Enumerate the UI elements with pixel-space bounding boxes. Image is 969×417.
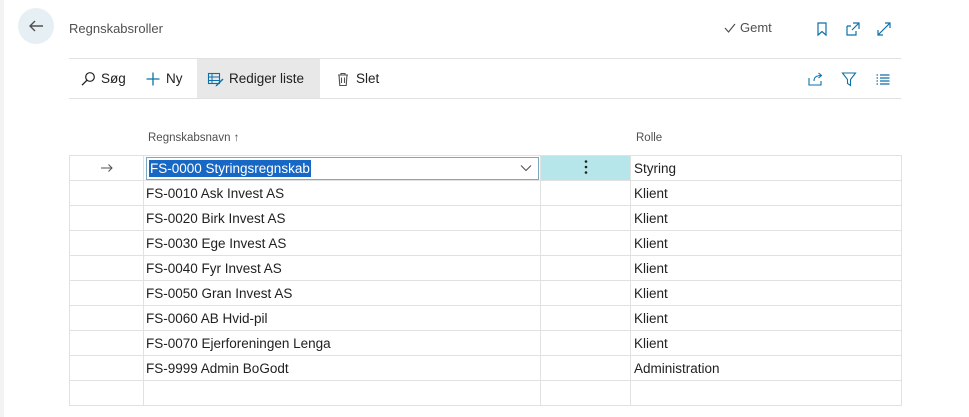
list-actions [805,59,893,98]
table-row[interactable]: FS-0010 Ask Invest AS Klient [69,180,902,206]
table-row[interactable]: FS-0030 Ege Invest AS Klient [69,230,902,256]
plus-icon [146,72,160,85]
row-menu-cell [540,355,631,381]
cell-role[interactable]: Klient [630,280,902,306]
row-selector[interactable] [69,180,144,206]
row-arrow-icon [100,163,113,172]
table-row[interactable]: FS-0050 Gran Invest AS Klient [69,280,902,306]
row-menu-cell [540,230,631,256]
share-button[interactable] [805,69,825,89]
cell-role[interactable]: Styring [630,155,902,181]
table-row[interactable]: FS-0020 Birk Invest AS Klient [69,205,902,231]
chevron-down-icon[interactable] [520,164,532,172]
row-selector[interactable] [69,155,144,181]
row-menu-cell [540,305,631,331]
cell-account-name[interactable]: FS-0060 AB Hvid-pil [143,305,541,331]
account-name-input[interactable]: FS-0000 Styringsregnskab [146,156,539,180]
row-selector[interactable] [69,255,144,281]
open-new-window-icon [846,22,860,36]
cell-account-name[interactable]: FS-0070 Ejerforeningen Lenga [143,330,541,356]
cell-role[interactable]: Klient [630,305,902,331]
column-header-name[interactable]: Regnskabsnavn ↑ [148,132,239,144]
list-view-icon [876,73,890,85]
action-bar: Søg Ny Rediger liste Slet [69,58,901,99]
table-row[interactable]: FS-0060 AB Hvid-pil Klient [69,305,902,331]
edit-list-icon [207,72,224,86]
cell-account-name[interactable] [143,380,541,406]
edit-list-button[interactable]: Rediger liste [197,59,320,98]
ellipsis-vertical-icon[interactable] [584,159,588,175]
back-button[interactable] [18,8,54,44]
trash-icon [338,72,348,86]
delete-button[interactable]: Slet [325,59,389,98]
row-menu-cell [540,180,631,206]
back-arrow-icon [29,20,43,32]
bookmark-icon [817,22,827,37]
table-row[interactable]: FS-0070 Ejerforeningen Lenga Klient [69,330,902,356]
row-selector[interactable] [69,330,144,356]
row-selector[interactable] [69,280,144,306]
cell-role[interactable] [630,380,902,406]
row-menu-cell [540,380,631,406]
saved-status: Gemt [723,20,772,35]
cell-role[interactable]: Klient [630,255,902,281]
cell-role[interactable]: Klient [630,180,902,206]
row-menu-cell [540,255,631,281]
table-row[interactable]: FS-9999 Admin BoGodt Administration [69,355,902,381]
open-new-window-button[interactable] [843,19,863,39]
row-selector[interactable] [69,380,144,406]
share-icon [807,72,822,86]
row-menu-cell[interactable] [540,155,631,181]
cell-account-name[interactable]: FS-0040 Fyr Invest AS [143,255,541,281]
cell-role[interactable]: Administration [630,355,902,381]
accounts-table: FS-0000 Styringsregnskab Styring FS-0010 A… [69,155,902,406]
expand-icon [877,22,891,36]
checkmark-icon [724,23,736,33]
table-row[interactable]: FS-0040 Fyr Invest AS Klient [69,255,902,281]
edit-list-label: Rediger liste [229,71,305,86]
cell-role[interactable]: Klient [630,230,902,256]
row-menu-cell [540,280,631,306]
new-label: Ny [166,71,183,86]
left-edge [0,0,4,417]
filter-button[interactable] [839,69,859,89]
page-title: Regnskabsroller [69,21,163,36]
column-header-role[interactable]: Rolle [636,132,662,144]
cell-account-name[interactable]: FS-0030 Ege Invest AS [143,230,541,256]
cell-account-name[interactable]: FS-0010 Ask Invest AS [143,180,541,206]
table-row[interactable]: FS-0000 Styringsregnskab Styring [69,155,902,181]
row-selector[interactable] [69,305,144,331]
cell-account-name[interactable]: FS-9999 Admin BoGodt [143,355,541,381]
search-label: Søg [101,71,126,86]
empty-row[interactable] [69,380,902,406]
account-name-value: FS-0000 Styringsregnskab [149,159,311,177]
row-selector[interactable] [69,355,144,381]
cell-account-name[interactable]: FS-0020 Birk Invest AS [143,205,541,231]
search-button[interactable]: Søg [70,59,136,98]
search-icon [81,71,95,86]
delete-label: Slet [356,71,380,86]
filter-icon [841,71,857,87]
row-selector[interactable] [69,205,144,231]
bookmark-button[interactable] [812,19,832,39]
row-menu-cell [540,205,631,231]
list-view-button[interactable] [873,69,893,89]
row-selector[interactable] [69,230,144,256]
cell-account-name[interactable]: FS-0000 Styringsregnskab [143,155,541,181]
cell-account-name[interactable]: FS-0050 Gran Invest AS [143,280,541,306]
new-button[interactable]: Ny [135,59,193,98]
cell-role[interactable]: Klient [630,330,902,356]
expand-button[interactable] [874,19,894,39]
page-actions [812,19,894,39]
cell-role[interactable]: Klient [630,205,902,231]
saved-label: Gemt [740,20,772,35]
row-menu-cell [540,330,631,356]
